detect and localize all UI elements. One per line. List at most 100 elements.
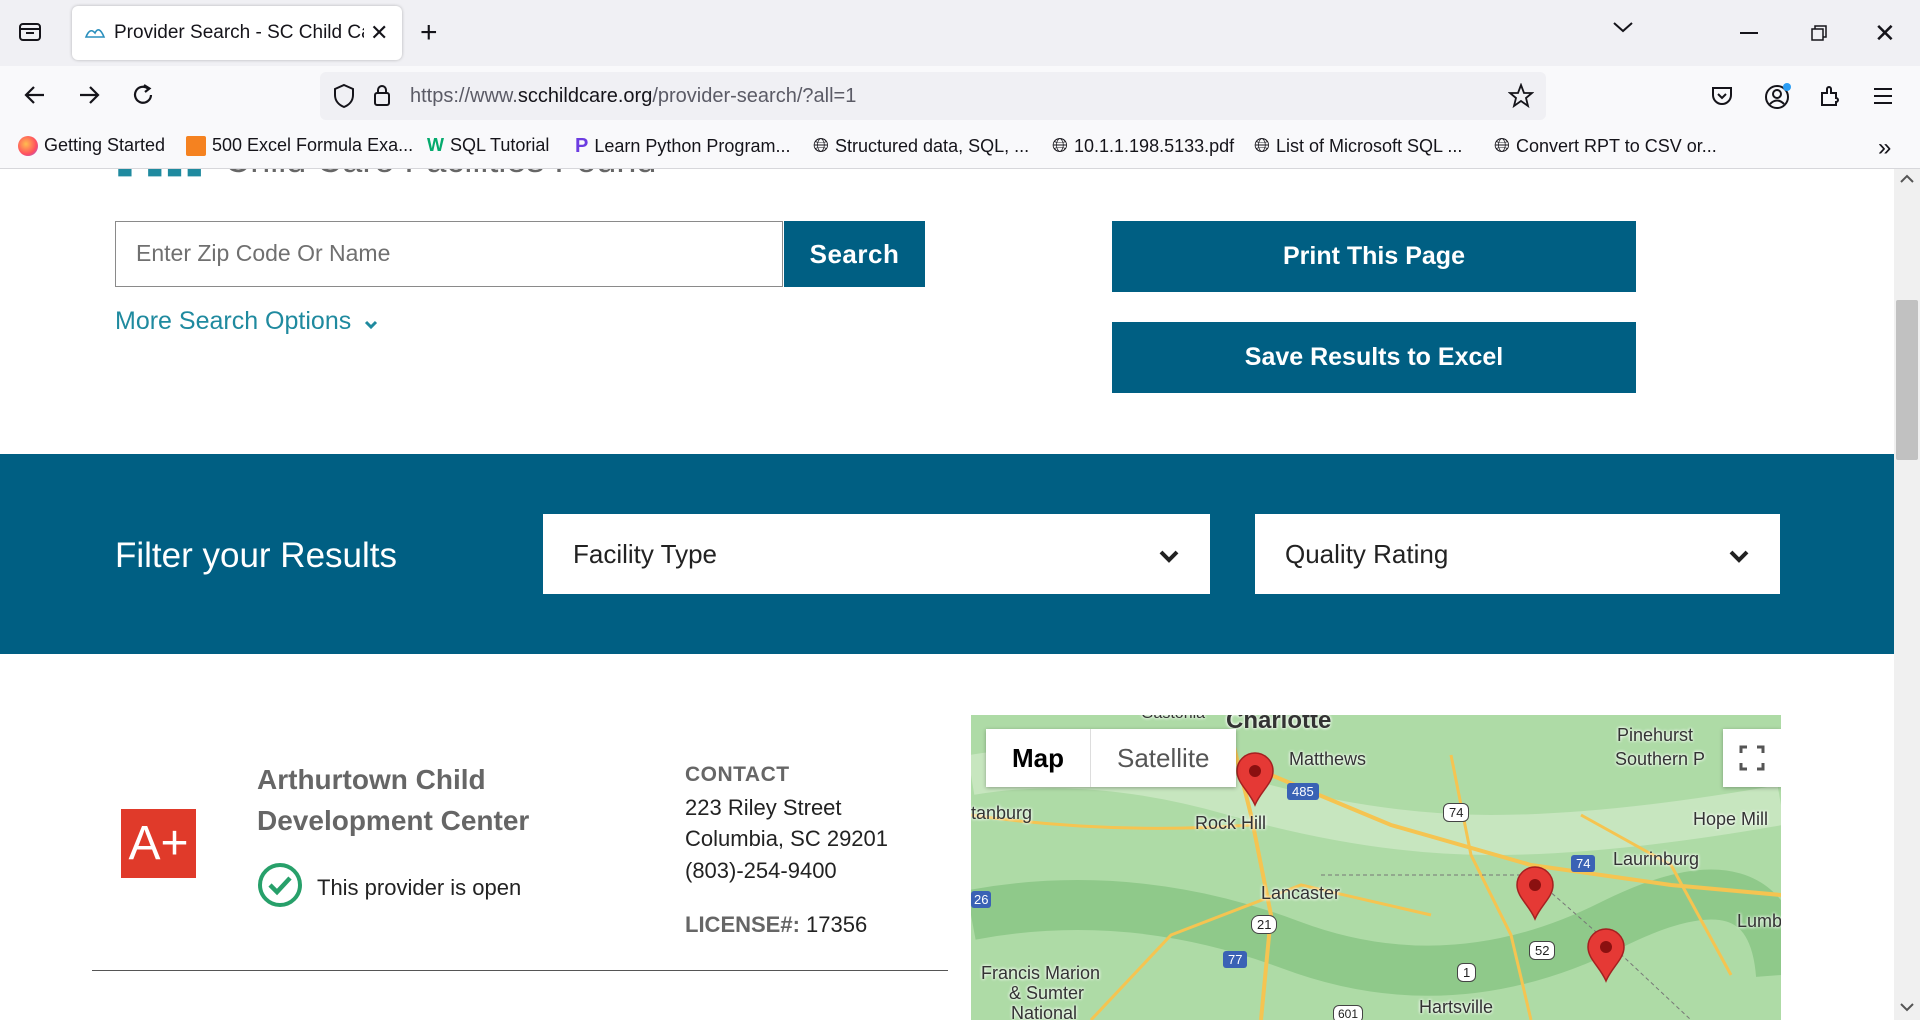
lock-icon[interactable]: [372, 83, 392, 112]
scroll-up-icon[interactable]: [1898, 172, 1916, 190]
account-icon[interactable]: [1764, 82, 1792, 115]
tab-overview-icon[interactable]: [16, 18, 44, 46]
results-heading: ▮ ▮▮▮ Child Care Facilities Found: [115, 169, 656, 181]
bookmark-item[interactable]: 🌐︎ Convert RPT to CSV or...: [1494, 135, 1717, 158]
bookmarks-toolbar: Getting Started 500 Excel Formula Exa...…: [0, 126, 1920, 169]
bookmark-item[interactable]: 🌐︎ Structured data, SQL, ...: [813, 135, 1029, 158]
bookmarks-overflow-icon[interactable]: »: [1878, 134, 1891, 162]
more-search-options-link[interactable]: More Search Options: [115, 307, 378, 337]
globe-icon: 🌐︎: [1494, 135, 1510, 157]
facility-type-select[interactable]: Facility Type: [543, 514, 1210, 594]
new-tab-icon[interactable]: +: [420, 16, 438, 50]
provider-name[interactable]: Arthurtown Child Development Center: [257, 759, 577, 841]
w3schools-icon: W: [427, 135, 444, 155]
map-label: Pinehurst: [1617, 725, 1694, 745]
map-label: Gastonia: [1141, 715, 1205, 723]
license-number: LICENSE#: 17356: [685, 912, 868, 937]
contact-street: 223 Riley Street: [685, 795, 842, 820]
highway-shield: 52: [1529, 941, 1556, 960]
excel-formula-site-icon: [186, 135, 206, 156]
tracking-protection-icon[interactable]: [332, 83, 356, 114]
programiz-icon: P: [575, 135, 589, 157]
minimize-icon[interactable]: [1740, 32, 1758, 34]
close-tab-icon[interactable]: ✕: [370, 20, 388, 46]
highway-shield: 485: [1287, 783, 1319, 800]
globe-icon: 🌐︎: [813, 135, 829, 157]
back-icon[interactable]: [22, 82, 48, 113]
forward-icon[interactable]: [76, 82, 102, 113]
site-favicon-icon: [84, 23, 106, 46]
restore-icon[interactable]: [1810, 24, 1828, 47]
active-tab[interactable]: Provider Search - SC Child Care ✕: [72, 6, 402, 60]
extensions-icon[interactable]: [1818, 84, 1842, 113]
map-marker-icon[interactable]: [1235, 751, 1275, 812]
chevron-down-icon: [364, 308, 378, 337]
app-menu-icon[interactable]: [1872, 86, 1894, 111]
reload-icon[interactable]: [130, 82, 156, 113]
globe-icon: 🌐︎: [1254, 135, 1270, 157]
firefox-icon: [18, 135, 38, 156]
pocket-icon[interactable]: [1710, 84, 1734, 113]
map-label: Hope Mill: [1693, 809, 1769, 829]
close-window-icon[interactable]: ✕: [1874, 18, 1896, 49]
map-type-map-button[interactable]: Map: [986, 729, 1090, 787]
contact-city: Columbia, SC 29201: [685, 826, 889, 851]
map-label: Laurinburg: [1613, 849, 1700, 869]
save-excel-button[interactable]: Save Results to Excel: [1112, 322, 1636, 393]
quality-rating-badge: A+: [121, 809, 196, 878]
filter-title: Filter your Results: [115, 536, 398, 575]
bookmark-item[interactable]: 500 Excel Formula Exa...: [186, 135, 413, 156]
highway-shield: 26: [971, 891, 992, 908]
map-label: Southern P: [1615, 749, 1706, 769]
list-all-tabs-icon[interactable]: [1612, 20, 1634, 39]
map-label: Matthews: [1289, 749, 1367, 769]
filter-section: Filter your Results Facility Type Qualit…: [0, 454, 1894, 654]
quality-rating-select[interactable]: Quality Rating: [1255, 514, 1780, 594]
check-circle-icon: [257, 862, 303, 914]
bookmark-item[interactable]: P Learn Python Program...: [575, 135, 790, 158]
map-type-toggle: Map Satellite: [986, 729, 1236, 787]
address-bar[interactable]: https://www.scchildcare.org/provider-sea…: [320, 72, 1546, 120]
search-input[interactable]: [115, 221, 783, 287]
highway-shield: 601: [1333, 1005, 1364, 1020]
scroll-down-icon[interactable]: [1898, 1000, 1916, 1018]
open-status: This provider is open: [257, 862, 521, 914]
bookmark-item[interactable]: Getting Started: [18, 135, 165, 156]
scrollbar-thumb[interactable]: [1896, 300, 1918, 460]
map-label: Rock Hill: [1195, 813, 1267, 833]
map-label: Charlotte: [1226, 715, 1332, 734]
fullscreen-icon[interactable]: [1723, 729, 1781, 787]
map-label: National: [1011, 1003, 1078, 1020]
highway-shield: 74: [1571, 855, 1596, 872]
tab-title: Provider Search - SC Child Care: [114, 22, 364, 43]
map-label: & Sumter: [1009, 983, 1085, 1003]
provider-map[interactable]: Gastonia Charlotte Matthews tanburg Rock…: [971, 715, 1781, 1020]
contact-phone[interactable]: (803)-254-9400: [685, 858, 837, 884]
highway-shield: 74: [1443, 803, 1470, 822]
print-page-button[interactable]: Print This Page: [1112, 221, 1636, 292]
bookmark-item[interactable]: 🌐︎ List of Microsoft SQL ...: [1254, 135, 1462, 158]
map-type-satellite-button[interactable]: Satellite: [1090, 729, 1236, 787]
search-input-field[interactable]: [116, 222, 756, 284]
map-label: tanburg: [971, 803, 1033, 823]
chevron-down-icon: [1728, 539, 1750, 570]
contact-heading: CONTACT: [685, 763, 790, 786]
chevron-down-icon: [1158, 539, 1180, 570]
page-scrollbar[interactable]: [1894, 169, 1920, 1020]
bookmark-star-icon[interactable]: [1507, 82, 1535, 114]
bookmark-item[interactable]: 🌐︎ 10.1.1.198.5133.pdf: [1052, 135, 1234, 158]
bookmark-item[interactable]: W SQL Tutorial: [427, 135, 549, 156]
map-label: Hartsville: [1419, 997, 1494, 1017]
highway-shield: 77: [1223, 951, 1248, 968]
map-marker-icon[interactable]: [1586, 927, 1626, 988]
highway-shield: 21: [1251, 915, 1278, 934]
globe-icon: 🌐︎: [1052, 135, 1068, 157]
tab-bar: Provider Search - SC Child Care ✕ + ✕: [0, 0, 1920, 66]
search-button[interactable]: Search: [784, 221, 925, 287]
card-divider: [92, 970, 948, 971]
map-marker-icon[interactable]: [1515, 865, 1555, 926]
map-label: Francis Marion: [981, 963, 1101, 983]
map-label: Lumb: [1737, 911, 1781, 931]
map-label: Lancaster: [1261, 883, 1341, 903]
url-text[interactable]: https://www.scchildcare.org/provider-sea…: [410, 85, 856, 108]
